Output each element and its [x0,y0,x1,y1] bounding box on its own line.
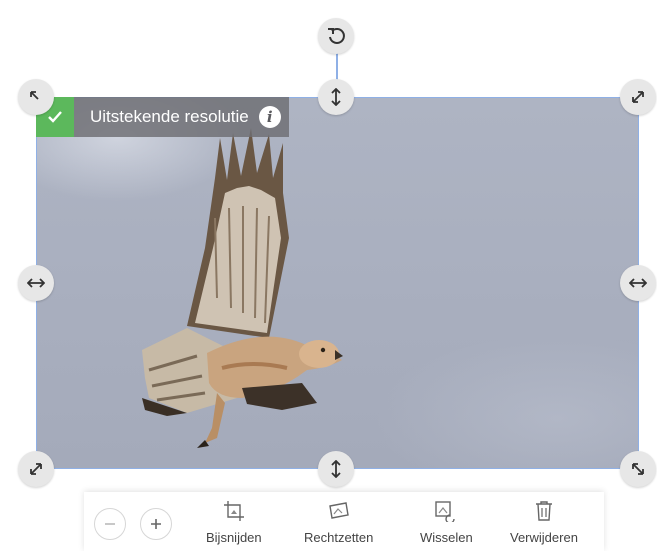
arrow-diagonal-icon [632,463,644,475]
image-toolbar: Bijsnijden Rechtzetten Wisselen Verwijde… [84,492,604,551]
straighten-icon [328,502,349,519]
zoom-in-button[interactable] [140,508,172,540]
arrow-vertical-icon [331,88,341,106]
arrow-vertical-icon [331,460,341,478]
resize-handle-bottom-left[interactable] [18,451,54,487]
rotate-icon [328,28,345,44]
resolution-label: Uitstekende resolutie [90,107,249,126]
crop-label: Bijsnijden [206,530,262,545]
resize-handle-right[interactable] [620,265,656,301]
delete-button[interactable]: Verwijderen [510,500,578,545]
crop-icon [223,501,244,521]
minus-icon [105,523,115,525]
crop-button[interactable]: Bijsnijden [206,500,262,545]
resolution-badge: Uitstekende resolutie i [36,97,289,137]
resize-handle-top[interactable] [318,79,354,115]
plus-icon [151,519,161,529]
arrow-diagonal-icon [632,91,644,103]
info-icon[interactable]: i [258,106,281,128]
swap-image-icon [435,501,456,522]
swap-label: Wisselen [420,530,473,545]
arrow-horizontal-icon [629,278,647,288]
delete-label: Verwijderen [510,530,578,545]
trash-icon [535,501,552,521]
swap-button[interactable]: Wisselen [420,500,473,545]
arrow-diagonal-icon [30,91,39,100]
zoom-out-button[interactable] [94,508,126,540]
resize-handle-bottom-right[interactable] [620,451,656,487]
selected-photo[interactable] [36,97,639,469]
resize-handle-top-right[interactable] [620,79,656,115]
rotate-handle[interactable] [318,18,354,54]
rotate-connector-line [336,52,338,82]
eagle-image [142,128,343,448]
resize-handle-left[interactable] [18,265,54,301]
straighten-button[interactable]: Rechtzetten [304,500,373,545]
arrow-horizontal-icon [27,278,45,288]
resize-handle-top-left[interactable] [18,79,54,115]
resize-handle-bottom[interactable] [318,451,354,487]
straighten-label: Rechtzetten [304,530,374,545]
arrow-diagonal-icon [30,463,42,475]
